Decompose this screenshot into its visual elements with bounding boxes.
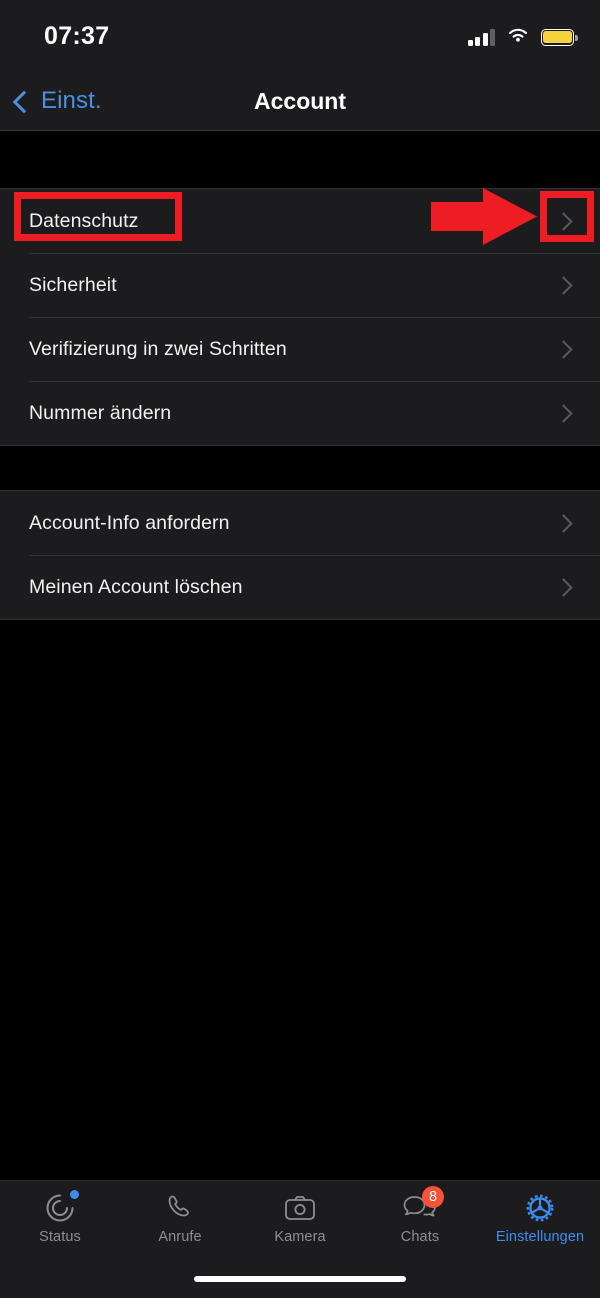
gear-icon (520, 1189, 560, 1227)
home-indicator[interactable] (194, 1276, 406, 1282)
list-item-label: Account-Info anfordern (29, 511, 230, 534)
list-item-verifizierung-in-zwei-schritten[interactable]: Verifizierung in zwei Schritten (0, 317, 600, 381)
status-bar-icons (467, 24, 578, 50)
tab-anrufe[interactable]: Anrufe (120, 1181, 240, 1263)
list-item-label: Verifizierung in zwei Schritten (29, 337, 287, 360)
list-item-label: Datenschutz (29, 209, 139, 232)
status-unread-dot (70, 1190, 79, 1199)
list-item-datenschutz[interactable]: Datenschutz (0, 189, 600, 253)
tab-bar: Status Anrufe Kamera 8 Chats Einstellung… (0, 1180, 600, 1298)
chats-unread-badge: 8 (422, 1186, 444, 1208)
wifi-icon (506, 26, 530, 49)
phone-screen: 07:37 Einst. Account Datenschutz Sicherh… (0, 0, 600, 1298)
settings-group-account: Datenschutz Sicherheit Verifizierung in … (0, 188, 600, 446)
list-item-meinen-account-loeschen[interactable]: Meinen Account löschen (0, 555, 600, 619)
chevron-right-icon (554, 339, 573, 359)
chat-bubbles-icon: 8 (400, 1186, 444, 1227)
chevron-right-icon (554, 275, 573, 295)
page-title: Account (254, 88, 346, 114)
list-item-nummer-aendern[interactable]: Nummer ändern (0, 381, 600, 445)
navigation-bar: Einst. Account (0, 72, 600, 131)
status-rings-icon (40, 1189, 80, 1227)
tab-kamera[interactable]: Kamera (240, 1181, 360, 1263)
list-item-account-info-anfordern[interactable]: Account-Info anfordern (0, 491, 600, 555)
chevron-right-icon (554, 403, 573, 423)
chevron-right-icon (554, 211, 573, 231)
tab-status[interactable]: Status (0, 1181, 120, 1263)
tab-label: Anrufe (158, 1229, 202, 1245)
tab-label: Kamera (274, 1229, 326, 1245)
list-item-sicherheit[interactable]: Sicherheit (0, 253, 600, 317)
list-item-label: Meinen Account löschen (29, 575, 243, 598)
chevron-right-icon (554, 513, 573, 533)
status-bar-time: 07:37 (44, 22, 110, 50)
cellular-bars-icon (467, 28, 495, 46)
tab-label: Status (39, 1229, 81, 1245)
tab-label: Chats (400, 1229, 440, 1245)
chevron-right-icon (554, 577, 573, 597)
camera-icon (280, 1189, 320, 1227)
phone-icon (160, 1189, 200, 1227)
battery-icon (541, 28, 578, 46)
tab-label: Einstellungen (495, 1229, 585, 1245)
list-item-label: Sicherheit (29, 273, 117, 296)
status-bar: 07:37 (0, 0, 600, 72)
tab-chats[interactable]: 8 Chats (360, 1181, 480, 1263)
settings-group-account-data: Account-Info anfordern Meinen Account lö… (0, 490, 600, 620)
list-item-label: Nummer ändern (29, 401, 172, 424)
tab-einstellungen[interactable]: Einstellungen (480, 1181, 600, 1263)
